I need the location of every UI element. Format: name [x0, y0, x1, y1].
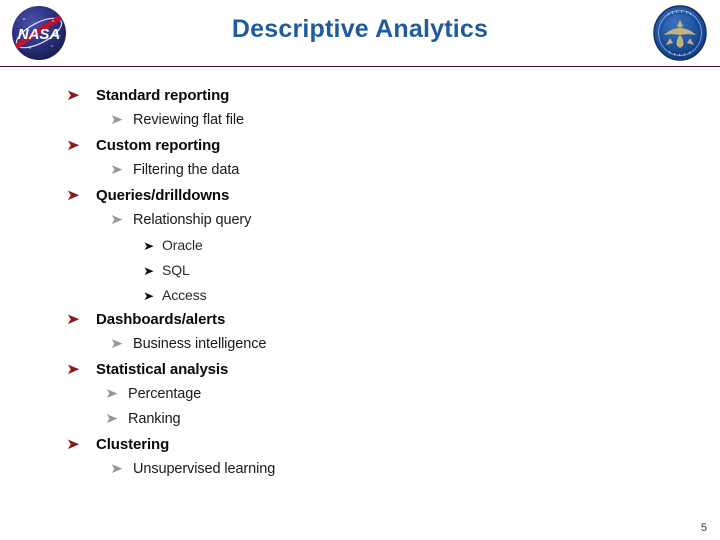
- bullet-item-level1: ➤ Clustering: [66, 436, 169, 453]
- bullet-item-level2: ➤ Relationship query: [110, 212, 251, 228]
- bullet-arrow-icon: ➤: [66, 136, 81, 154]
- bullet-item-level1: ➤ Statistical analysis: [66, 361, 228, 378]
- bullet-label: Business intelligence: [133, 336, 267, 352]
- bullet-label: Access: [162, 287, 207, 303]
- bullet-label: Custom reporting: [96, 137, 221, 154]
- bullet-label: Relationship query: [133, 212, 252, 228]
- bullet-label: Statistical analysis: [96, 361, 229, 378]
- bullet-label: Percentage: [128, 386, 202, 402]
- bullet-arrow-icon: ➤: [143, 264, 155, 278]
- bullet-item-level3: ➤ Access: [143, 287, 207, 303]
- bullet-item-level2: ➤ Filtering the data: [110, 162, 239, 178]
- agency-seal-logo: [650, 4, 710, 62]
- bullet-arrow-icon: ➤: [110, 336, 124, 352]
- bullet-item-level1: ➤ Standard reporting: [66, 87, 229, 104]
- bullet-item-level2: ➤ Ranking: [105, 411, 181, 427]
- slide-canvas: NASA Descriptive Analytics ➤ Standard re…: [0, 0, 720, 540]
- bullet-label: Ranking: [128, 411, 181, 427]
- bullet-label: Reviewing flat file: [133, 112, 244, 128]
- bullet-item-level2: ➤ Reviewing flat file: [110, 112, 244, 128]
- bullet-list: ➤ Standard reporting ➤ Reviewing flat fi…: [0, 67, 720, 497]
- bullet-arrow-icon: ➤: [66, 360, 81, 378]
- bullet-arrow-icon: ➤: [110, 112, 124, 128]
- bullet-label: Queries/drilldowns: [96, 187, 230, 204]
- bullet-arrow-icon: ➤: [66, 435, 81, 453]
- bullet-item-level1: ➤ Dashboards/alerts: [66, 311, 225, 328]
- bullet-item-level1: ➤ Custom reporting: [66, 137, 220, 154]
- bullet-arrow-icon: ➤: [143, 239, 155, 253]
- bullet-arrow-icon: ➤: [66, 186, 81, 204]
- bullet-arrow-icon: ➤: [66, 310, 81, 328]
- nasa-insignia-logo: NASA: [8, 4, 70, 62]
- slide-title: Descriptive Analytics: [231, 15, 489, 43]
- bullet-item-level1: ➤ Queries/drilldowns: [66, 187, 229, 204]
- bullet-item-level2: ➤ Business intelligence: [110, 336, 266, 352]
- slide-header: NASA Descriptive Analytics: [0, 0, 720, 67]
- bullet-arrow-icon: ➤: [66, 86, 81, 104]
- bullet-label: Standard reporting: [96, 87, 230, 104]
- bullet-arrow-icon: ➤: [110, 461, 124, 477]
- nasa-wordmark: NASA: [18, 26, 61, 43]
- bullet-label: Unsupervised learning: [133, 461, 276, 477]
- bullet-arrow-icon: ➤: [105, 386, 119, 402]
- bullet-label: Clustering: [96, 436, 170, 453]
- bullet-label: Oracle: [162, 237, 203, 253]
- page-number: 5: [700, 522, 707, 534]
- bullet-item-level3: ➤ Oracle: [143, 237, 203, 253]
- bullet-arrow-icon: ➤: [143, 289, 155, 303]
- bullet-arrow-icon: ➤: [105, 411, 119, 427]
- bullet-label: SQL: [162, 262, 190, 278]
- bullet-label: Filtering the data: [133, 162, 240, 178]
- bullet-label: Dashboards/alerts: [96, 311, 226, 328]
- bullet-item-level2: ➤ Percentage: [105, 386, 201, 402]
- bullet-item-level3: ➤ SQL: [143, 262, 190, 278]
- bullet-item-level2: ➤ Unsupervised learning: [110, 461, 275, 477]
- bullet-arrow-icon: ➤: [110, 162, 124, 178]
- bullet-arrow-icon: ➤: [110, 212, 124, 228]
